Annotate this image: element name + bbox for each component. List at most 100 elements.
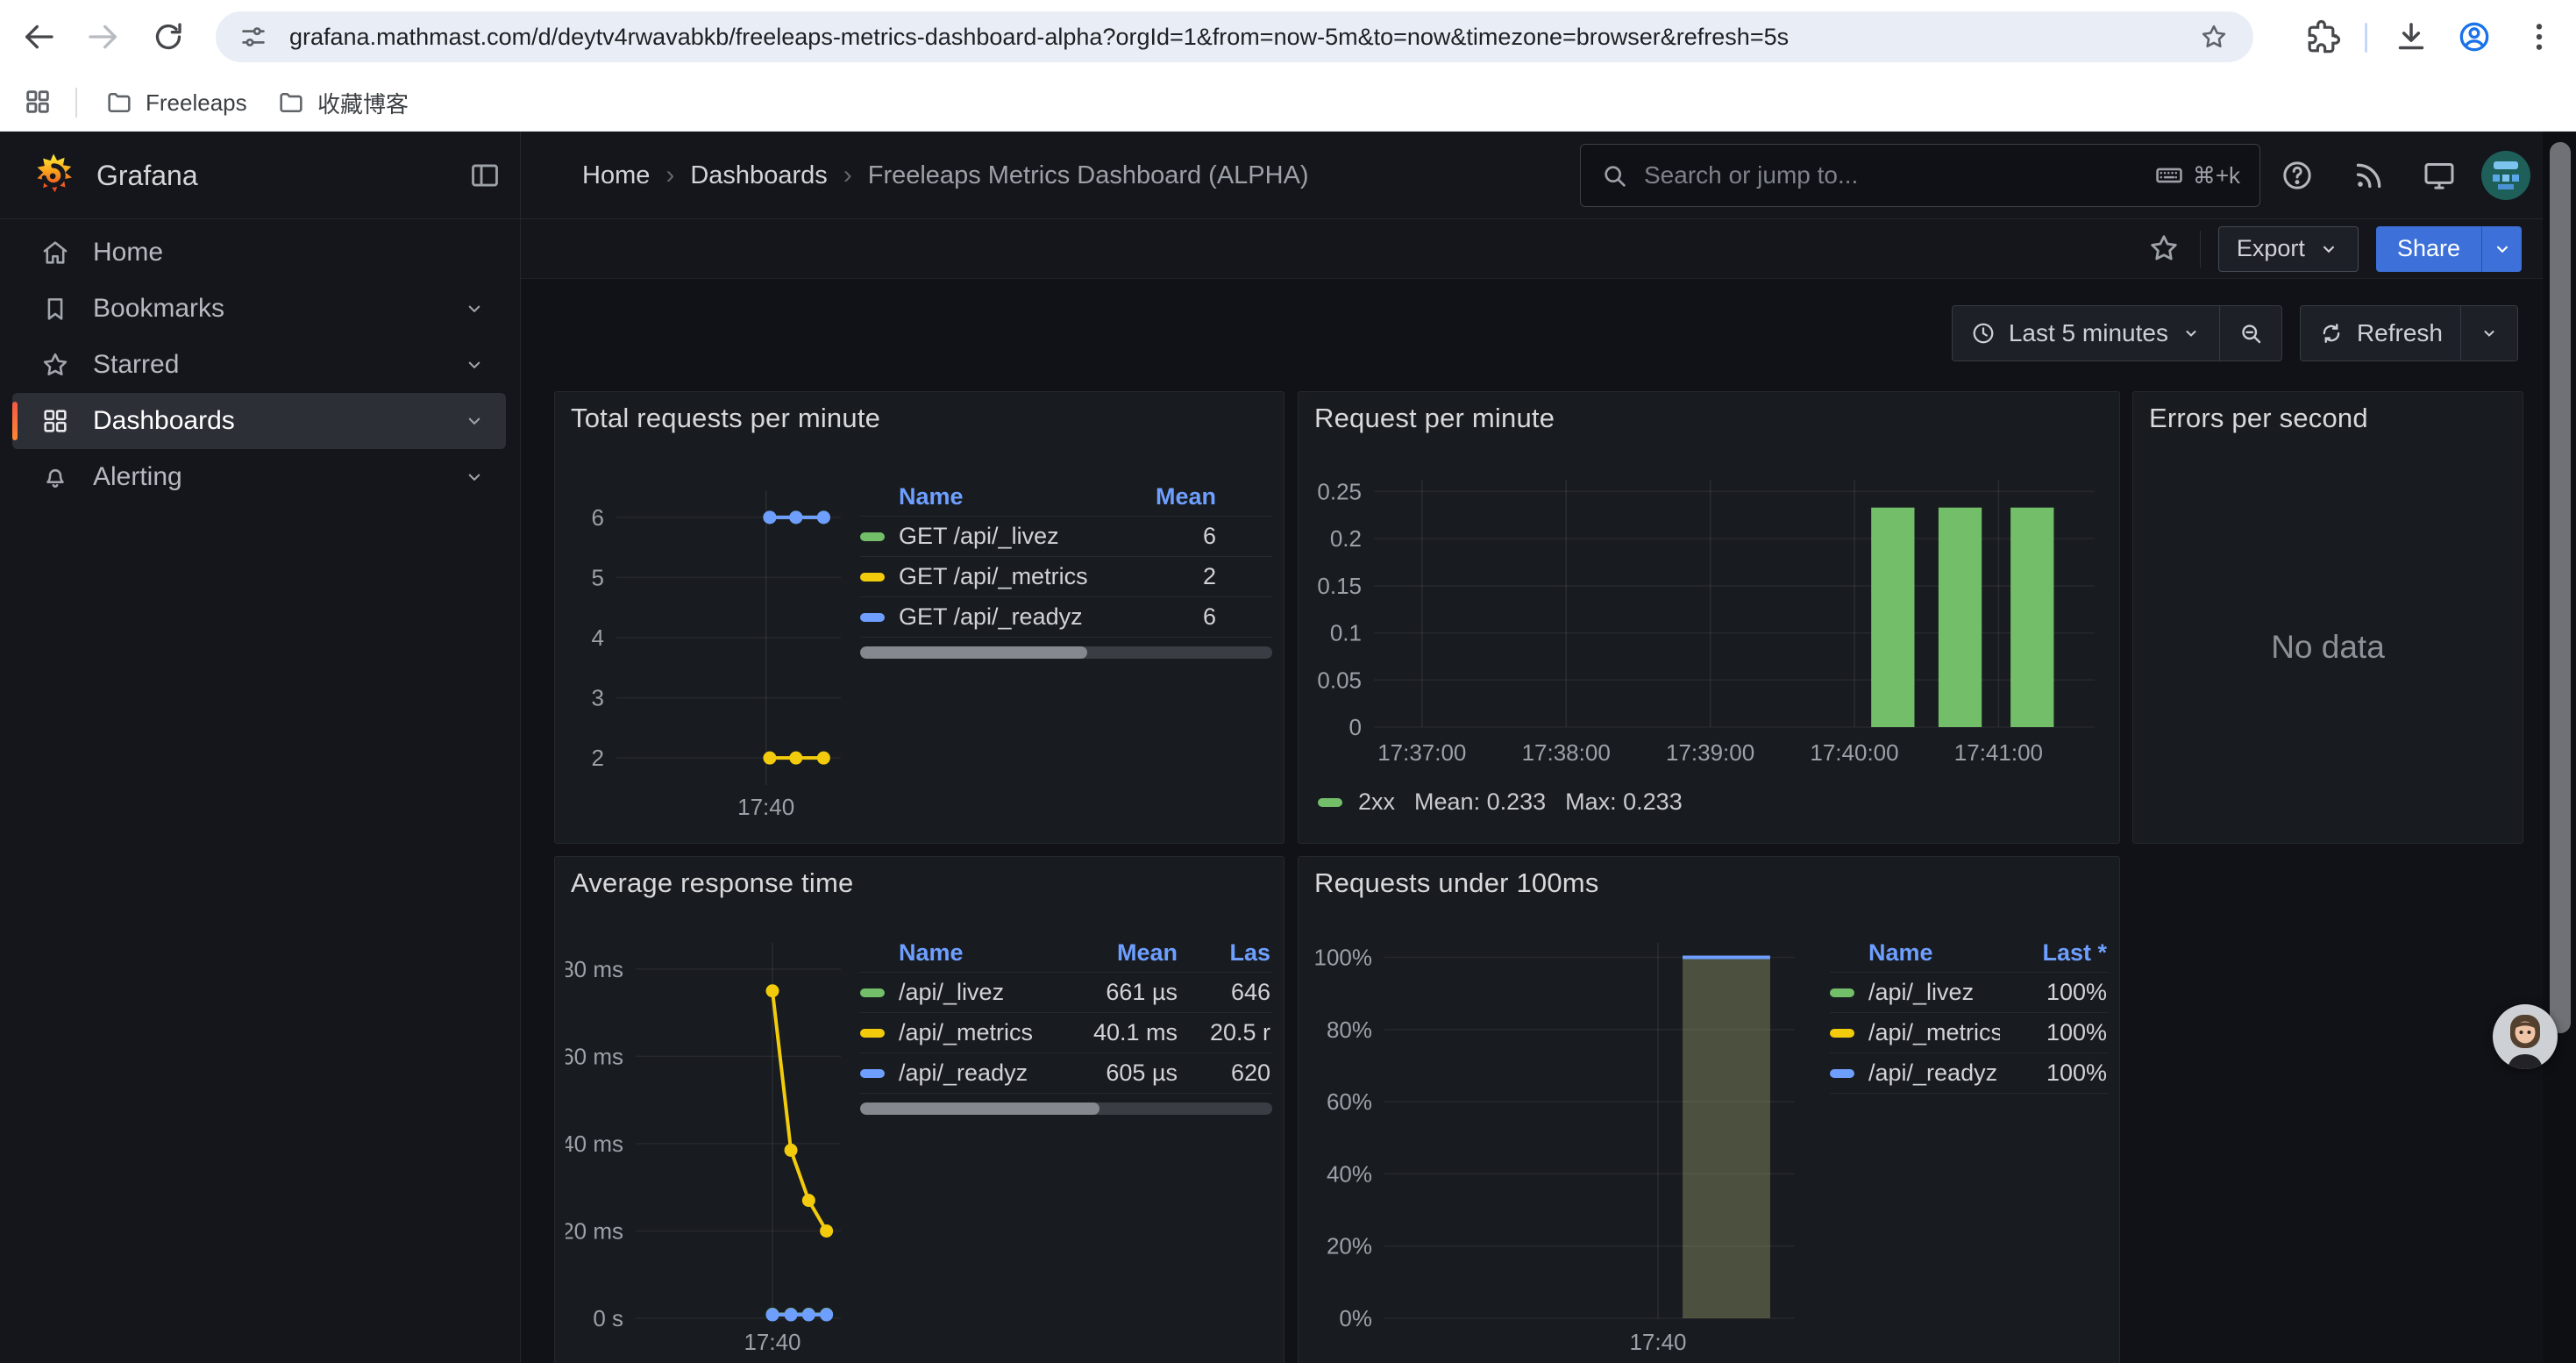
grafana-header: Grafana Home › Dashboards › Freeleaps Me…: [0, 132, 2543, 219]
svg-text:17:41:00: 17:41:00: [1954, 739, 2043, 766]
panel-requests-under-100ms[interactable]: Requests under 100ms 100%80%60%40%20%0%1…: [1298, 856, 2120, 1363]
search-input[interactable]: [1642, 161, 2140, 190]
legend-swatch: [1830, 1029, 1854, 1038]
chevron-right-icon: ›: [843, 161, 852, 190]
help-icon[interactable]: [2280, 158, 2315, 193]
legend-row[interactable]: /api/_livez100%: [1830, 973, 2109, 1013]
panel-title[interactable]: Total requests per minute: [571, 403, 880, 434]
legend-header-cell[interactable]: Last *: [2000, 939, 2107, 967]
legend-swatch: [860, 1029, 885, 1038]
legend-scrollbar[interactable]: [860, 646, 1272, 659]
time-range-button[interactable]: Last 5 minutes: [1953, 306, 2219, 360]
download-icon[interactable]: [2390, 16, 2432, 58]
legend-header-cell[interactable]: Las: [1178, 939, 1270, 967]
sidebar-item-starred[interactable]: Starred: [12, 337, 506, 393]
zoom-out-icon: [2238, 320, 2264, 346]
legend-header-cell[interactable]: Name: [899, 939, 1044, 967]
panel-title[interactable]: Request per minute: [1314, 403, 1555, 434]
legend-value: 6: [1118, 603, 1216, 631]
panel-request-per-minute[interactable]: Request per minute 0.250.20.150.10.05017…: [1298, 391, 2120, 844]
monitor-icon[interactable]: [2422, 158, 2457, 193]
svg-text:0.15: 0.15: [1317, 573, 1362, 599]
svg-text:6: 6: [592, 504, 604, 531]
apps-grid-icon[interactable]: [23, 87, 54, 118]
sidebar-collapse-icon[interactable]: [468, 159, 502, 192]
chevron-down-icon[interactable]: [462, 409, 487, 433]
reload-icon[interactable]: [147, 16, 189, 58]
svg-text:17:40: 17:40: [1629, 1329, 1686, 1355]
sidebar-item-dashboards[interactable]: Dashboards: [12, 393, 506, 449]
refresh-button[interactable]: Refresh: [2301, 306, 2460, 360]
legend-scrollbar[interactable]: [860, 1103, 1272, 1115]
under-100ms-chart: 100%80%60%40%20%0%17:40: [1311, 932, 1818, 1359]
svg-text:0: 0: [1349, 714, 1362, 740]
browser-profile-icon[interactable]: [2453, 16, 2495, 58]
legend-row[interactable]: GET /api/_readyz6: [860, 597, 1272, 638]
share-button[interactable]: Share: [2376, 226, 2481, 272]
sidebar-item-home[interactable]: Home: [12, 225, 506, 281]
legend-row[interactable]: GET /api/_livez6: [860, 517, 1272, 557]
chevron-down-icon[interactable]: [462, 465, 487, 489]
svg-text:0.2: 0.2: [1330, 525, 1362, 552]
bookmark-folder-freeleaps[interactable]: Freeleaps: [105, 84, 247, 121]
breadcrumb-dashboards[interactable]: Dashboards: [690, 161, 827, 190]
refresh-interval-button[interactable]: [2460, 306, 2517, 360]
bookmark-star-icon[interactable]: [2199, 21, 2231, 53]
panel-errors-per-second[interactable]: Errors per second No data: [2132, 391, 2523, 844]
browser-toolbar: [0, 0, 2576, 74]
legend-row[interactable]: /api/_livez661 µs646: [860, 973, 1272, 1013]
panel-title[interactable]: Average response time: [571, 867, 853, 899]
search-box[interactable]: ⌘+k: [1580, 144, 2260, 207]
legend-value: 100%: [2000, 1019, 2107, 1046]
sidebar-item-bookmarks[interactable]: Bookmarks: [12, 281, 506, 337]
legend-swatch: [860, 988, 885, 997]
legend-row[interactable]: 2xx Mean: 0.233 Max: 0.233: [1318, 789, 1683, 816]
url-input[interactable]: [288, 23, 2181, 52]
chevron-down-icon[interactable]: [462, 296, 487, 321]
site-settings-icon[interactable]: [238, 21, 270, 53]
legend-value: 605 µs: [1044, 1060, 1178, 1087]
grafana-logo-icon[interactable]: [30, 152, 77, 199]
chevron-down-icon[interactable]: [462, 353, 487, 377]
user-avatar[interactable]: [2481, 151, 2530, 200]
browser-menu-icon[interactable]: [2518, 16, 2560, 58]
legend-scrollbar-thumb[interactable]: [860, 1103, 1099, 1115]
legend-scrollbar-thumb[interactable]: [860, 646, 1087, 659]
extensions-icon[interactable]: [2302, 16, 2345, 58]
panel-title[interactable]: Errors per second: [2149, 403, 2368, 434]
favorite-star-icon[interactable]: [2147, 232, 2182, 267]
panel-title[interactable]: Requests under 100ms: [1314, 867, 1599, 899]
forward-icon[interactable]: [82, 16, 125, 58]
legend-row[interactable]: /api/_readyz100%: [1830, 1053, 2109, 1094]
breadcrumb-home[interactable]: Home: [582, 161, 650, 190]
panel-total-requests[interactable]: Total requests per minute 6543217:40 Nam…: [554, 391, 1284, 844]
sidebar-item-label: Home: [93, 238, 506, 268]
legend-header-cell[interactable]: Name: [899, 483, 1118, 510]
legend-header-cell[interactable]: Mean: [1118, 483, 1216, 510]
legend-header-cell[interactable]: Name: [1868, 939, 2000, 967]
svg-text:0 s: 0 s: [593, 1305, 623, 1331]
refresh-icon: [2318, 320, 2345, 346]
legend-row[interactable]: /api/_metrics100%: [1830, 1013, 2109, 1053]
panel-average-response-time[interactable]: Average response time 80 ms60 ms40 ms20 …: [554, 856, 1284, 1363]
assistant-avatar[interactable]: [2493, 1004, 2558, 1069]
legend-row[interactable]: /api/_readyz605 µs620: [860, 1053, 1272, 1094]
legend-table: NameLast * /api/_livez100%/api/_metrics10…: [1830, 934, 2109, 1094]
bookmark-folder-blogs[interactable]: 收藏博客: [277, 84, 409, 121]
back-icon[interactable]: [18, 16, 60, 58]
legend-header-cell[interactable]: Mean: [1044, 939, 1178, 967]
home-icon: [40, 238, 70, 268]
legend-row[interactable]: GET /api/_metrics2: [860, 557, 1272, 597]
share-menu-button[interactable]: [2481, 226, 2522, 272]
zoom-out-button[interactable]: [2219, 306, 2281, 360]
page-scrollbar-thumb[interactable]: [2550, 142, 2571, 1033]
legend-series-name: GET /api/_metrics: [899, 563, 1118, 590]
address-bar[interactable]: [216, 11, 2253, 62]
news-rss-icon[interactable]: [2352, 158, 2387, 193]
sidebar-item-alerting[interactable]: Alerting: [12, 449, 506, 505]
export-button[interactable]: Export: [2218, 226, 2359, 272]
svg-text:60 ms: 60 ms: [566, 1043, 623, 1069]
legend-table: NameMeanLas/api/_livez661 µs646/api/_met…: [860, 934, 1272, 1115]
legend-row[interactable]: /api/_metrics40.1 ms20.5 r: [860, 1013, 1272, 1053]
bookmarks-bar: Freeleaps 收藏博客: [0, 74, 2576, 132]
